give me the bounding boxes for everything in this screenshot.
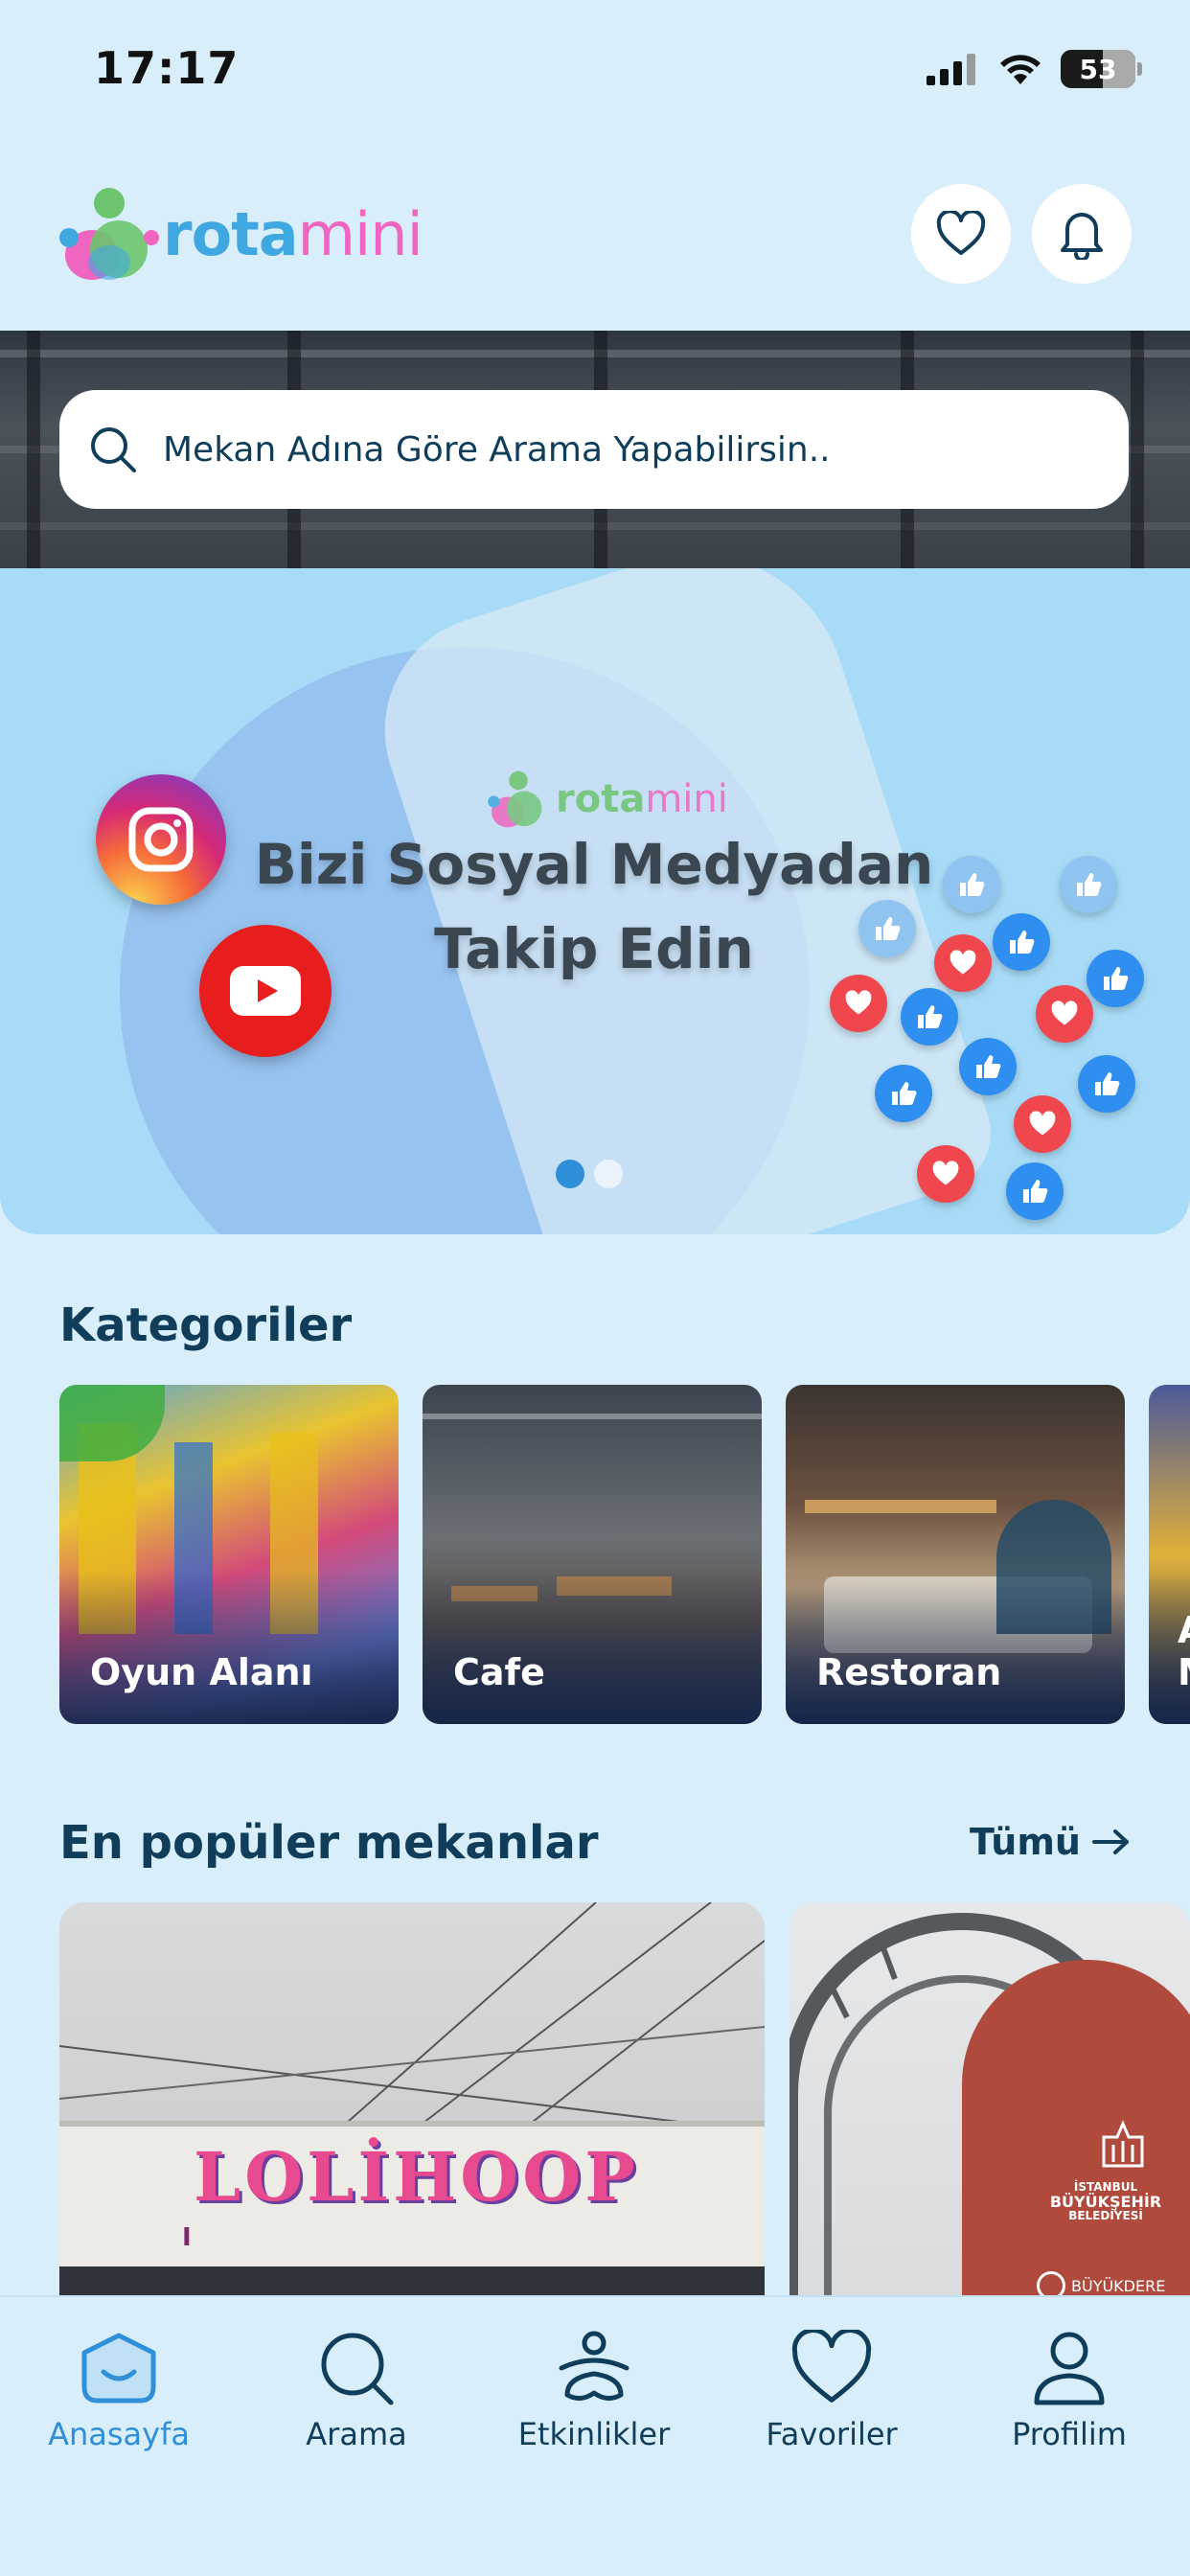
- tab-label: Etkinlikler: [517, 2416, 671, 2452]
- tab-label: Profilim: [1012, 2416, 1127, 2452]
- app-logo: rotamini: [59, 182, 423, 286]
- category-card-restoran[interactable]: Restoran: [786, 1385, 1125, 1724]
- status-time: 17:17: [94, 42, 240, 94]
- notifications-button[interactable]: [1032, 184, 1132, 284]
- pagination-dot[interactable]: [594, 1160, 623, 1188]
- like-icon: [1006, 1162, 1064, 1220]
- like-icon: [943, 856, 1000, 913]
- banner-logo-rota: rota: [556, 777, 646, 821]
- place-sign-letter: I: [182, 2223, 192, 2252]
- search-icon: [91, 427, 136, 472]
- see-all-link[interactable]: Tümü: [970, 1821, 1131, 1863]
- profile-icon: [1034, 2332, 1105, 2405]
- tab-label: Arama: [306, 2416, 407, 2452]
- like-icon: [858, 900, 916, 957]
- banner-title-line1: Bizi Sosyal Medyadan: [254, 832, 934, 897]
- category-label: Cafe: [453, 1651, 545, 1693]
- search-input[interactable]: Mekan Adına Göre Arama Yapabilirsin..: [59, 390, 1129, 509]
- categories-list[interactable]: Oyun Alanı Cafe Restoran A M: [59, 1385, 1190, 1725]
- arrow-right-icon: [1092, 1829, 1129, 1854]
- activity-icon: [559, 2331, 629, 2401]
- like-icon: [1087, 950, 1144, 1007]
- status-icons: 53: [927, 50, 1142, 88]
- tab-arama[interactable]: Arama: [238, 2330, 475, 2452]
- place-card-lolihoop[interactable]: LOLİHOOP I: [59, 1902, 765, 2305]
- home-icon: [81, 2333, 156, 2404]
- search-hero-background: Mekan Adına Göre Arama Yapabilirsin..: [0, 331, 1190, 568]
- search-icon: [321, 2333, 394, 2405]
- see-all-label: Tümü: [969, 1821, 1081, 1863]
- battery-level: 53: [1079, 53, 1117, 85]
- bottom-tab-bar: Anasayfa Arama Etkinlikler Favoriler Pro…: [0, 2295, 1190, 2576]
- instagram-icon: [96, 774, 226, 905]
- heart-icon: [791, 2330, 872, 2403]
- heart-icon: [936, 211, 986, 255]
- like-icon: [1078, 1055, 1135, 1113]
- pagination-dot-active[interactable]: [556, 1160, 584, 1188]
- category-card-oyun-alani[interactable]: Oyun Alanı: [59, 1385, 399, 1724]
- heart-reaction-icon: [1014, 1095, 1071, 1153]
- category-label: A M: [1178, 1609, 1190, 1693]
- like-icon: [875, 1065, 932, 1122]
- logo-mark-icon: [59, 188, 159, 280]
- place-card-buyukdere[interactable]: İSTANBUL BÜYÜKŞEHİR BELEDİYESİ BÜYÜKDERE: [790, 1902, 1190, 2305]
- category-label: Restoran: [816, 1651, 1002, 1693]
- popular-title: En popüler mekanlar: [59, 1816, 599, 1870]
- favorites-button[interactable]: [911, 184, 1011, 284]
- tab-anasayfa[interactable]: Anasayfa: [0, 2330, 238, 2452]
- tab-favoriler[interactable]: Favoriler: [713, 2330, 950, 2452]
- logo-rota-text: rota: [163, 198, 299, 269]
- heart-reaction-icon: [1036, 985, 1093, 1043]
- like-icon: [1060, 856, 1117, 913]
- emblem-bottom-text: BÜYÜKDERE: [1071, 2276, 1166, 2295]
- wifi-icon: [1000, 55, 1041, 84]
- status-bar: 17:17 53: [0, 0, 1190, 144]
- municipality-emblem-icon: [1102, 2120, 1144, 2168]
- logo-mini-text: mini: [297, 198, 423, 269]
- signal-icon: [927, 54, 975, 85]
- app-header: rotamini: [0, 144, 1190, 331]
- heart-reaction-icon: [917, 1145, 974, 1203]
- place-sign: LOLİHOOP: [194, 2137, 639, 2217]
- banner-logo-mini: mini: [645, 777, 728, 821]
- tab-label: Anasayfa: [48, 2416, 190, 2452]
- emblem-text-line2: BÜYÜKŞEHİR: [1049, 2193, 1162, 2211]
- like-icon: [901, 988, 958, 1046]
- category-card-partial[interactable]: A M: [1149, 1385, 1190, 1724]
- like-icon: [959, 1038, 1017, 1095]
- search-placeholder: Mekan Adına Göre Arama Yapabilirsin..: [163, 429, 831, 470]
- bell-icon: [1061, 213, 1103, 260]
- emblem-text-line3: BELEDİYESİ: [1068, 2209, 1143, 2222]
- banner-pagination[interactable]: [556, 1160, 623, 1188]
- tab-profilim[interactable]: Profilim: [950, 2330, 1188, 2452]
- category-card-cafe[interactable]: Cafe: [423, 1385, 762, 1724]
- category-label: Oyun Alanı: [90, 1651, 313, 1693]
- battery-indicator: 53: [1061, 50, 1135, 88]
- tab-label: Favoriler: [766, 2416, 898, 2452]
- promo-banner[interactable]: rotamini Bizi Sosyal Medyadan Takip Edin: [0, 568, 1190, 1234]
- categories-title: Kategoriler: [59, 1299, 353, 1352]
- like-icon: [993, 913, 1050, 971]
- heart-reaction-icon: [830, 975, 887, 1032]
- heart-reaction-icon: [934, 934, 992, 992]
- tab-etkinlikler[interactable]: Etkinlikler: [475, 2330, 713, 2452]
- youtube-icon: [199, 925, 332, 1057]
